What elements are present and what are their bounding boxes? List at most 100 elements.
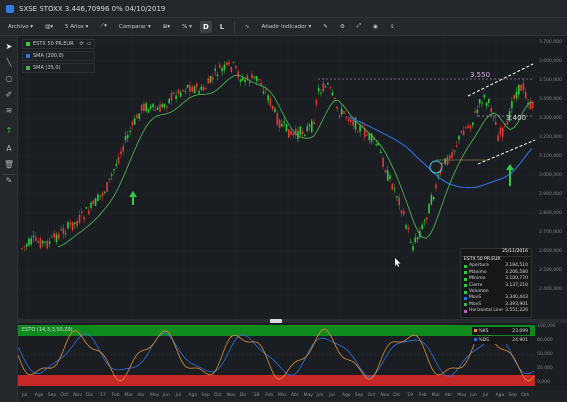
candle-body [478, 99, 481, 104]
daily-button[interactable]: D [199, 20, 212, 33]
settings-icon[interactable]: ⚙ [336, 21, 349, 33]
fullscreen-icon[interactable]: ⤢ [353, 21, 365, 33]
candle-body [357, 131, 359, 133]
candle-body [271, 105, 274, 110]
time-tick-label: Jul [175, 393, 182, 398]
candle-body [202, 86, 205, 91]
candle-body [104, 191, 106, 193]
candle-body [336, 106, 338, 109]
legend-item-sma200[interactable]: SMA (200,0) [22, 51, 96, 61]
info-row-marker [464, 309, 467, 313]
scale-icon[interactable]: ⊞▾ [159, 21, 174, 33]
window-icon[interactable]: ▭ [87, 41, 92, 47]
indicator-icon[interactable]: ∿ [241, 21, 254, 33]
app-logo-icon [6, 4, 14, 13]
cursor-icon[interactable]: ➤ [3, 40, 15, 52]
info-date: 25/11/2016 [461, 249, 531, 257]
candle-body [412, 246, 414, 251]
candle-body [253, 76, 256, 78]
shape-icon[interactable]: ○ [3, 72, 15, 84]
legend-sma200-swatch [26, 54, 30, 58]
time-tick-label: Dic [393, 393, 401, 398]
stoch-d-label-text: %DS [478, 337, 490, 343]
info-row-marker [464, 290, 467, 294]
price-axis[interactable]: 3.700,000 3.600,000 3.500,000 3.400,000 3.30… [535, 36, 567, 319]
chart-legend: ESTX 50 PR.EUR ⟳ ▭ SMA (200,0) SMA (35,0… [22, 39, 96, 75]
percent-button[interactable]: % ▾ [178, 21, 196, 33]
candle-body [127, 135, 129, 139]
trendline-icon[interactable]: ╲ [3, 56, 15, 68]
candle-body [60, 229, 62, 231]
candle-body [262, 91, 265, 94]
candle-body [214, 68, 216, 71]
stoch-k-label-text: %KS [478, 328, 489, 334]
candle-body [28, 238, 30, 246]
candle-body [242, 77, 244, 81]
candle-body [258, 78, 260, 81]
compare-button[interactable]: Comparar ▾ [115, 21, 155, 33]
file-menu[interactable]: Archivo ▾ [4, 21, 37, 33]
trash-icon[interactable]: 🗑 [3, 158, 15, 170]
log-button[interactable]: L [216, 21, 228, 33]
candle-body [58, 233, 60, 239]
candle-body [74, 222, 76, 225]
candle-body [317, 88, 320, 92]
candle-body [115, 163, 118, 166]
candle-body [189, 85, 191, 92]
toolbar-divider [233, 20, 235, 33]
legend-item-sma35[interactable]: SMA (35,0) [22, 63, 96, 73]
candle-body [334, 97, 336, 99]
candle-body [255, 76, 258, 81]
drawing-icon[interactable]: ✎ [319, 21, 332, 33]
stochastic-label-text: ESTO (14,3,3,50,20) [22, 327, 73, 333]
arrow-up-icon[interactable]: ↑ [3, 124, 15, 136]
time-tick-label: Mar [278, 393, 287, 398]
candle-body [467, 125, 469, 128]
fibonacci-icon[interactable]: ≋ [3, 104, 15, 116]
camera-icon[interactable]: ◉ [369, 21, 382, 33]
legend-sma35-swatch [26, 66, 30, 70]
time-tick-label: Dic [239, 393, 247, 398]
brush-icon[interactable]: ✐ [3, 88, 15, 100]
candle-body [32, 235, 35, 238]
candle-body [405, 225, 407, 229]
pencil-icon[interactable]: ✎ [3, 174, 15, 186]
candle-body [184, 90, 187, 92]
stoch-k-label: %KS [474, 328, 489, 334]
stoch-d-label: %DS [474, 337, 490, 343]
candle-body [269, 98, 272, 106]
level-label-high: 3.550 [470, 71, 490, 79]
candle-body [150, 105, 152, 109]
candle-body [524, 91, 527, 99]
share-icon[interactable]: ⇪ [386, 21, 399, 33]
refresh-icon[interactable]: ⟳ [80, 41, 84, 47]
candle-body [147, 108, 150, 113]
stoch-tick-label: 50,000 [537, 351, 553, 357]
candle-body [168, 98, 170, 104]
candle-body [129, 131, 131, 133]
candle-body [198, 91, 200, 94]
candle-body [403, 210, 405, 215]
time-axis[interactable]: Jul Ago Sep Oct Nov Dic '17 Feb Mar Abr May Jun Jul A… [18, 390, 567, 402]
candle-body [485, 102, 488, 106]
line-chart-icon[interactable]: ⟋▾ [96, 21, 111, 33]
add-indicator-button[interactable]: Añadir indicador ▾ [258, 21, 316, 33]
info-date-value: 25/11/2016 [502, 249, 528, 255]
candle-body [212, 76, 214, 80]
level-label-mid: 3.400 [506, 114, 526, 122]
legend-item-price[interactable]: ESTX 50 PR.EUR ⟳ ▭ [22, 39, 96, 49]
candle-body [315, 100, 318, 105]
price-tick-label: 3.700,000 [539, 40, 562, 45]
text-tool-icon[interactable]: A [3, 142, 15, 154]
stoch-k-row: %KS 23.099 [472, 327, 530, 335]
candle-body [281, 123, 283, 127]
period-select[interactable]: 5 Años ▾ [61, 21, 92, 33]
time-tick-label: Sep [354, 393, 364, 398]
candle-body [308, 124, 311, 127]
candle-body [414, 237, 417, 243]
candle-body [225, 62, 228, 66]
time-tick-label: Nov [73, 393, 82, 398]
candle-body [515, 91, 518, 99]
chart-type-icon[interactable]: ▥▾ [41, 21, 57, 33]
candle-body [322, 82, 325, 92]
